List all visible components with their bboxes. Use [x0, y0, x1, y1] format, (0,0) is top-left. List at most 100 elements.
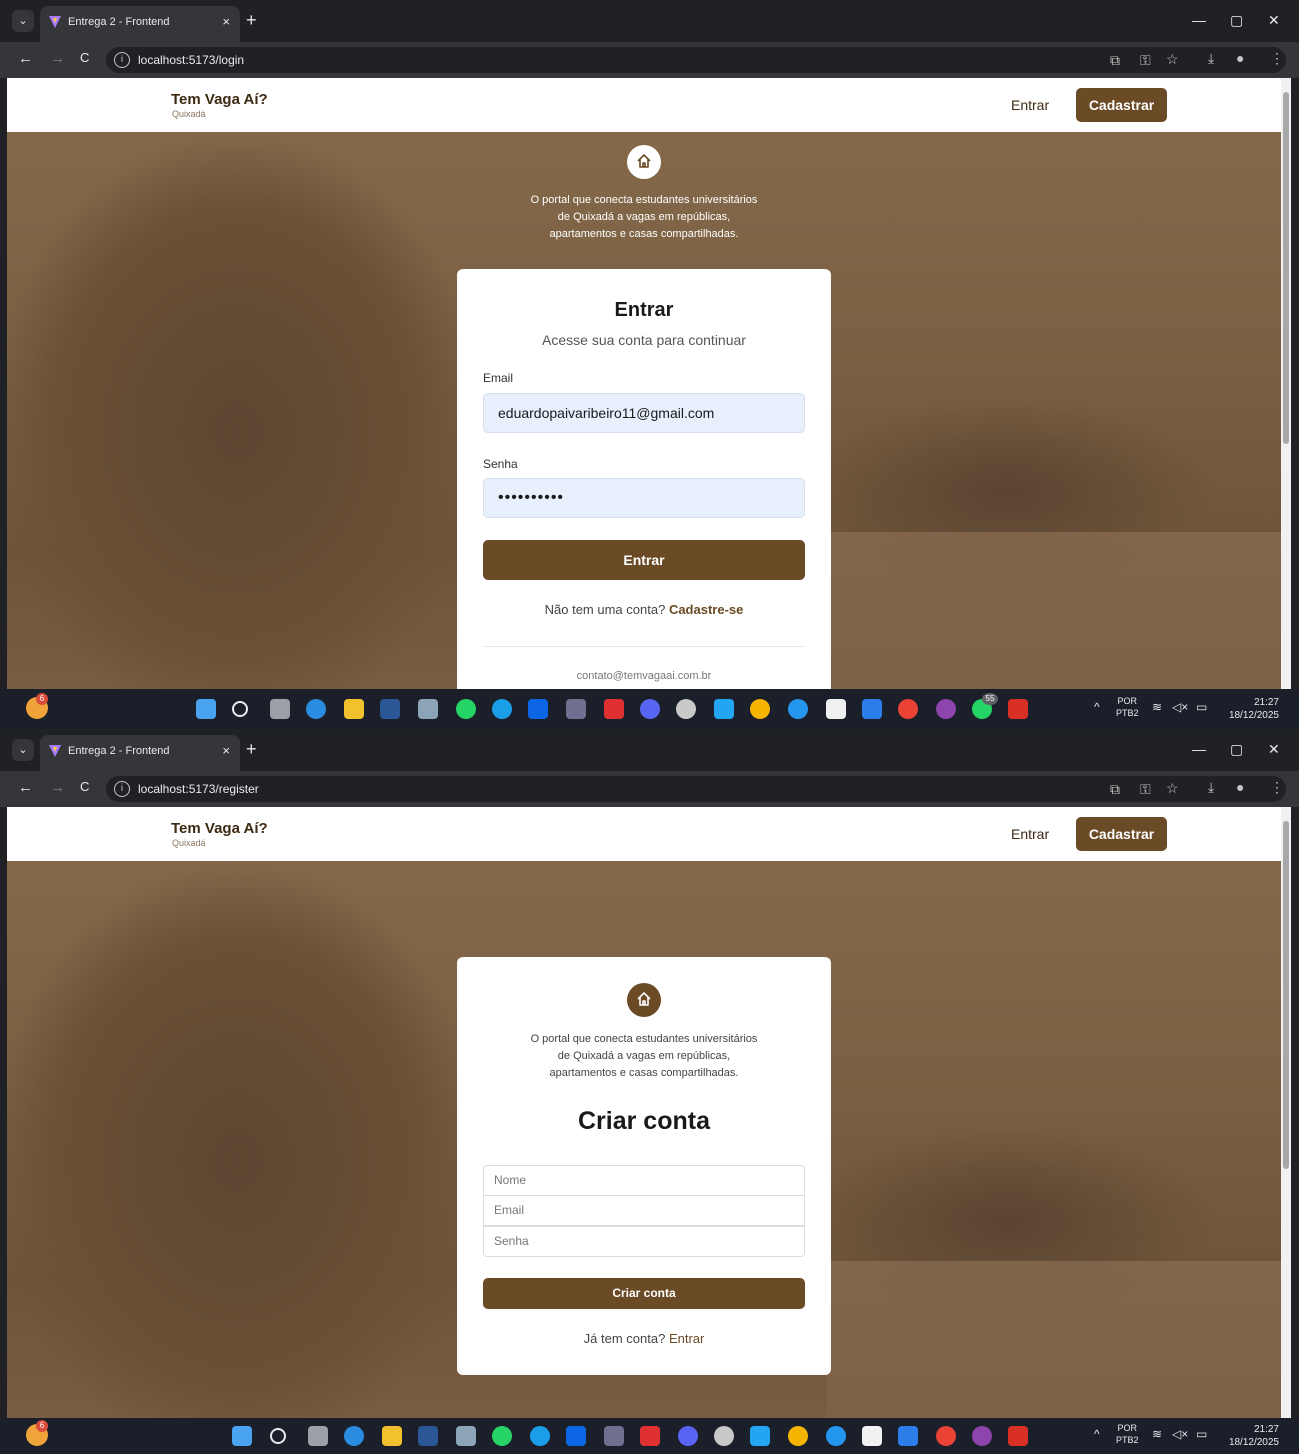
- brand-title[interactable]: Tem Vaga Aí?: [171, 91, 268, 108]
- github-desktop-icon[interactable]: [676, 699, 696, 719]
- brand-title[interactable]: Tem Vaga Aí?: [171, 820, 268, 837]
- word-icon[interactable]: [418, 1426, 438, 1446]
- browser-tab[interactable]: Entrega 2 - Frontend ×: [40, 735, 240, 771]
- password-key-icon[interactable]: ⚿: [1140, 781, 1151, 798]
- tray-chevron-icon[interactable]: ^: [1094, 701, 1100, 713]
- scroll-thumb[interactable]: [1283, 821, 1289, 1169]
- bookmark-star-icon[interactable]: ☆: [1166, 51, 1179, 68]
- tab-close-icon[interactable]: ×: [222, 743, 230, 758]
- chrome-menu-icon[interactable]: ⋮: [1270, 50, 1284, 67]
- contact-email[interactable]: contato@temvagaai.com.br: [457, 670, 831, 682]
- chrome-profile-icon[interactable]: [898, 699, 918, 719]
- email-input[interactable]: Email: [483, 1195, 805, 1226]
- volume-muted-icon[interactable]: ◁×: [1172, 1428, 1188, 1440]
- reload-icon[interactable]: C: [80, 50, 89, 65]
- header-register-button[interactable]: Cadastrar: [1076, 88, 1167, 122]
- whatsapp-icon[interactable]: [456, 699, 476, 719]
- chrome-menu-icon[interactable]: ⋮: [1270, 779, 1284, 796]
- tab-search-button[interactable]: ⌄: [12, 10, 34, 32]
- back-icon[interactable]: ←: [18, 779, 33, 796]
- signup-link[interactable]: Cadastre-se: [669, 602, 743, 617]
- clock[interactable]: 21:27 18/12/2025: [1229, 696, 1279, 722]
- mendeley-icon[interactable]: [566, 699, 586, 719]
- battery-icon[interactable]: ▭: [1196, 1428, 1207, 1440]
- docker-icon[interactable]: [826, 1426, 846, 1446]
- word-icon[interactable]: [380, 699, 400, 719]
- remote-desktop-icon[interactable]: [898, 1426, 918, 1446]
- canva-icon[interactable]: [492, 699, 512, 719]
- canva-icon[interactable]: [530, 1426, 550, 1446]
- edge-icon[interactable]: [306, 699, 326, 719]
- tab-search-button[interactable]: ⌄: [12, 739, 34, 761]
- chrome-icon[interactable]: [750, 699, 770, 719]
- acrobat-icon[interactable]: [1008, 699, 1028, 719]
- chrome-icon[interactable]: [788, 1426, 808, 1446]
- header-register-button[interactable]: Cadastrar: [1076, 817, 1167, 851]
- discord-icon[interactable]: [640, 699, 660, 719]
- forward-icon[interactable]: →: [50, 779, 65, 796]
- site-info-icon[interactable]: i: [114, 781, 130, 797]
- trello-icon[interactable]: [566, 1426, 586, 1446]
- page-scrollbar[interactable]: [1281, 807, 1291, 1418]
- password-input[interactable]: Senha: [483, 1226, 805, 1257]
- bookmark-star-icon[interactable]: ☆: [1166, 780, 1179, 797]
- input-language[interactable]: POR PTB2: [1116, 695, 1139, 719]
- search-icon[interactable]: [270, 1428, 286, 1444]
- github-desktop-icon[interactable]: [714, 1426, 734, 1446]
- clock[interactable]: 21:27 18/12/2025: [1229, 1423, 1279, 1449]
- header-login-link[interactable]: Entrar: [1011, 826, 1049, 842]
- task-view-icon[interactable]: [308, 1426, 328, 1446]
- docker-icon[interactable]: [788, 699, 808, 719]
- close-window-icon[interactable]: ✕: [1268, 12, 1280, 29]
- profile-avatar-icon[interactable]: ●: [1236, 779, 1244, 795]
- remote-desktop-icon[interactable]: [862, 699, 882, 719]
- trello-icon[interactable]: [528, 699, 548, 719]
- search-icon[interactable]: [232, 701, 248, 717]
- task-view-icon[interactable]: [270, 699, 290, 719]
- address-bar[interactable]: i localhost:5173/login ⧉ ⚿ ☆: [106, 47, 1286, 73]
- wifi-icon[interactable]: ≋: [1152, 1428, 1162, 1440]
- header-login-link[interactable]: Entrar: [1011, 97, 1049, 113]
- new-tab-button[interactable]: +: [246, 11, 257, 29]
- todoist-icon[interactable]: [604, 699, 624, 719]
- reload-icon[interactable]: C: [80, 779, 89, 794]
- forward-icon[interactable]: →: [50, 50, 65, 67]
- site-info-icon[interactable]: i: [114, 52, 130, 68]
- browser-tab[interactable]: Entrega 2 - Frontend ×: [40, 6, 240, 42]
- mendeley-icon[interactable]: [604, 1426, 624, 1446]
- start-icon[interactable]: [196, 699, 216, 719]
- todoist-icon[interactable]: [640, 1426, 660, 1446]
- login-link[interactable]: Entrar: [669, 1331, 704, 1346]
- minimize-icon[interactable]: —: [1192, 741, 1206, 757]
- edge-icon[interactable]: [344, 1426, 364, 1446]
- acrobat-icon[interactable]: [1008, 1426, 1028, 1446]
- profile-avatar-icon[interactable]: ●: [1236, 50, 1244, 66]
- tab-close-icon[interactable]: ×: [222, 14, 230, 29]
- whatsapp-icon[interactable]: [492, 1426, 512, 1446]
- back-icon[interactable]: ←: [18, 50, 33, 67]
- address-bar[interactable]: i localhost:5173/register ⧉ ⚿ ☆: [106, 776, 1286, 802]
- file-explorer-icon[interactable]: [382, 1426, 402, 1446]
- scroll-thumb[interactable]: [1283, 92, 1289, 444]
- battery-icon[interactable]: ▭: [1196, 701, 1207, 713]
- vscode-icon[interactable]: [714, 699, 734, 719]
- notepad-icon[interactable]: [862, 1426, 882, 1446]
- new-tab-button[interactable]: +: [246, 740, 257, 758]
- github-icon[interactable]: [936, 699, 956, 719]
- name-input[interactable]: Nome: [483, 1165, 805, 1196]
- postgres-icon[interactable]: [456, 1426, 476, 1446]
- password-key-icon[interactable]: ⚿: [1140, 52, 1151, 69]
- discord-icon[interactable]: [678, 1426, 698, 1446]
- tray-chevron-icon[interactable]: ^: [1094, 1428, 1100, 1440]
- email-input[interactable]: eduardopaivaribeiro11@gmail.com: [483, 393, 805, 433]
- notepad-icon[interactable]: [826, 699, 846, 719]
- close-window-icon[interactable]: ✕: [1268, 741, 1280, 758]
- login-submit-button[interactable]: Entrar: [483, 540, 805, 580]
- volume-muted-icon[interactable]: ◁×: [1172, 701, 1188, 713]
- download-icon[interactable]: ⤓: [1208, 50, 1214, 67]
- password-input[interactable]: ••••••••••: [483, 478, 805, 518]
- translate-icon[interactable]: ⧉: [1110, 781, 1120, 798]
- download-icon[interactable]: ⤓: [1208, 779, 1214, 796]
- postgres-icon[interactable]: [418, 699, 438, 719]
- restore-icon[interactable]: ▢: [1230, 741, 1243, 758]
